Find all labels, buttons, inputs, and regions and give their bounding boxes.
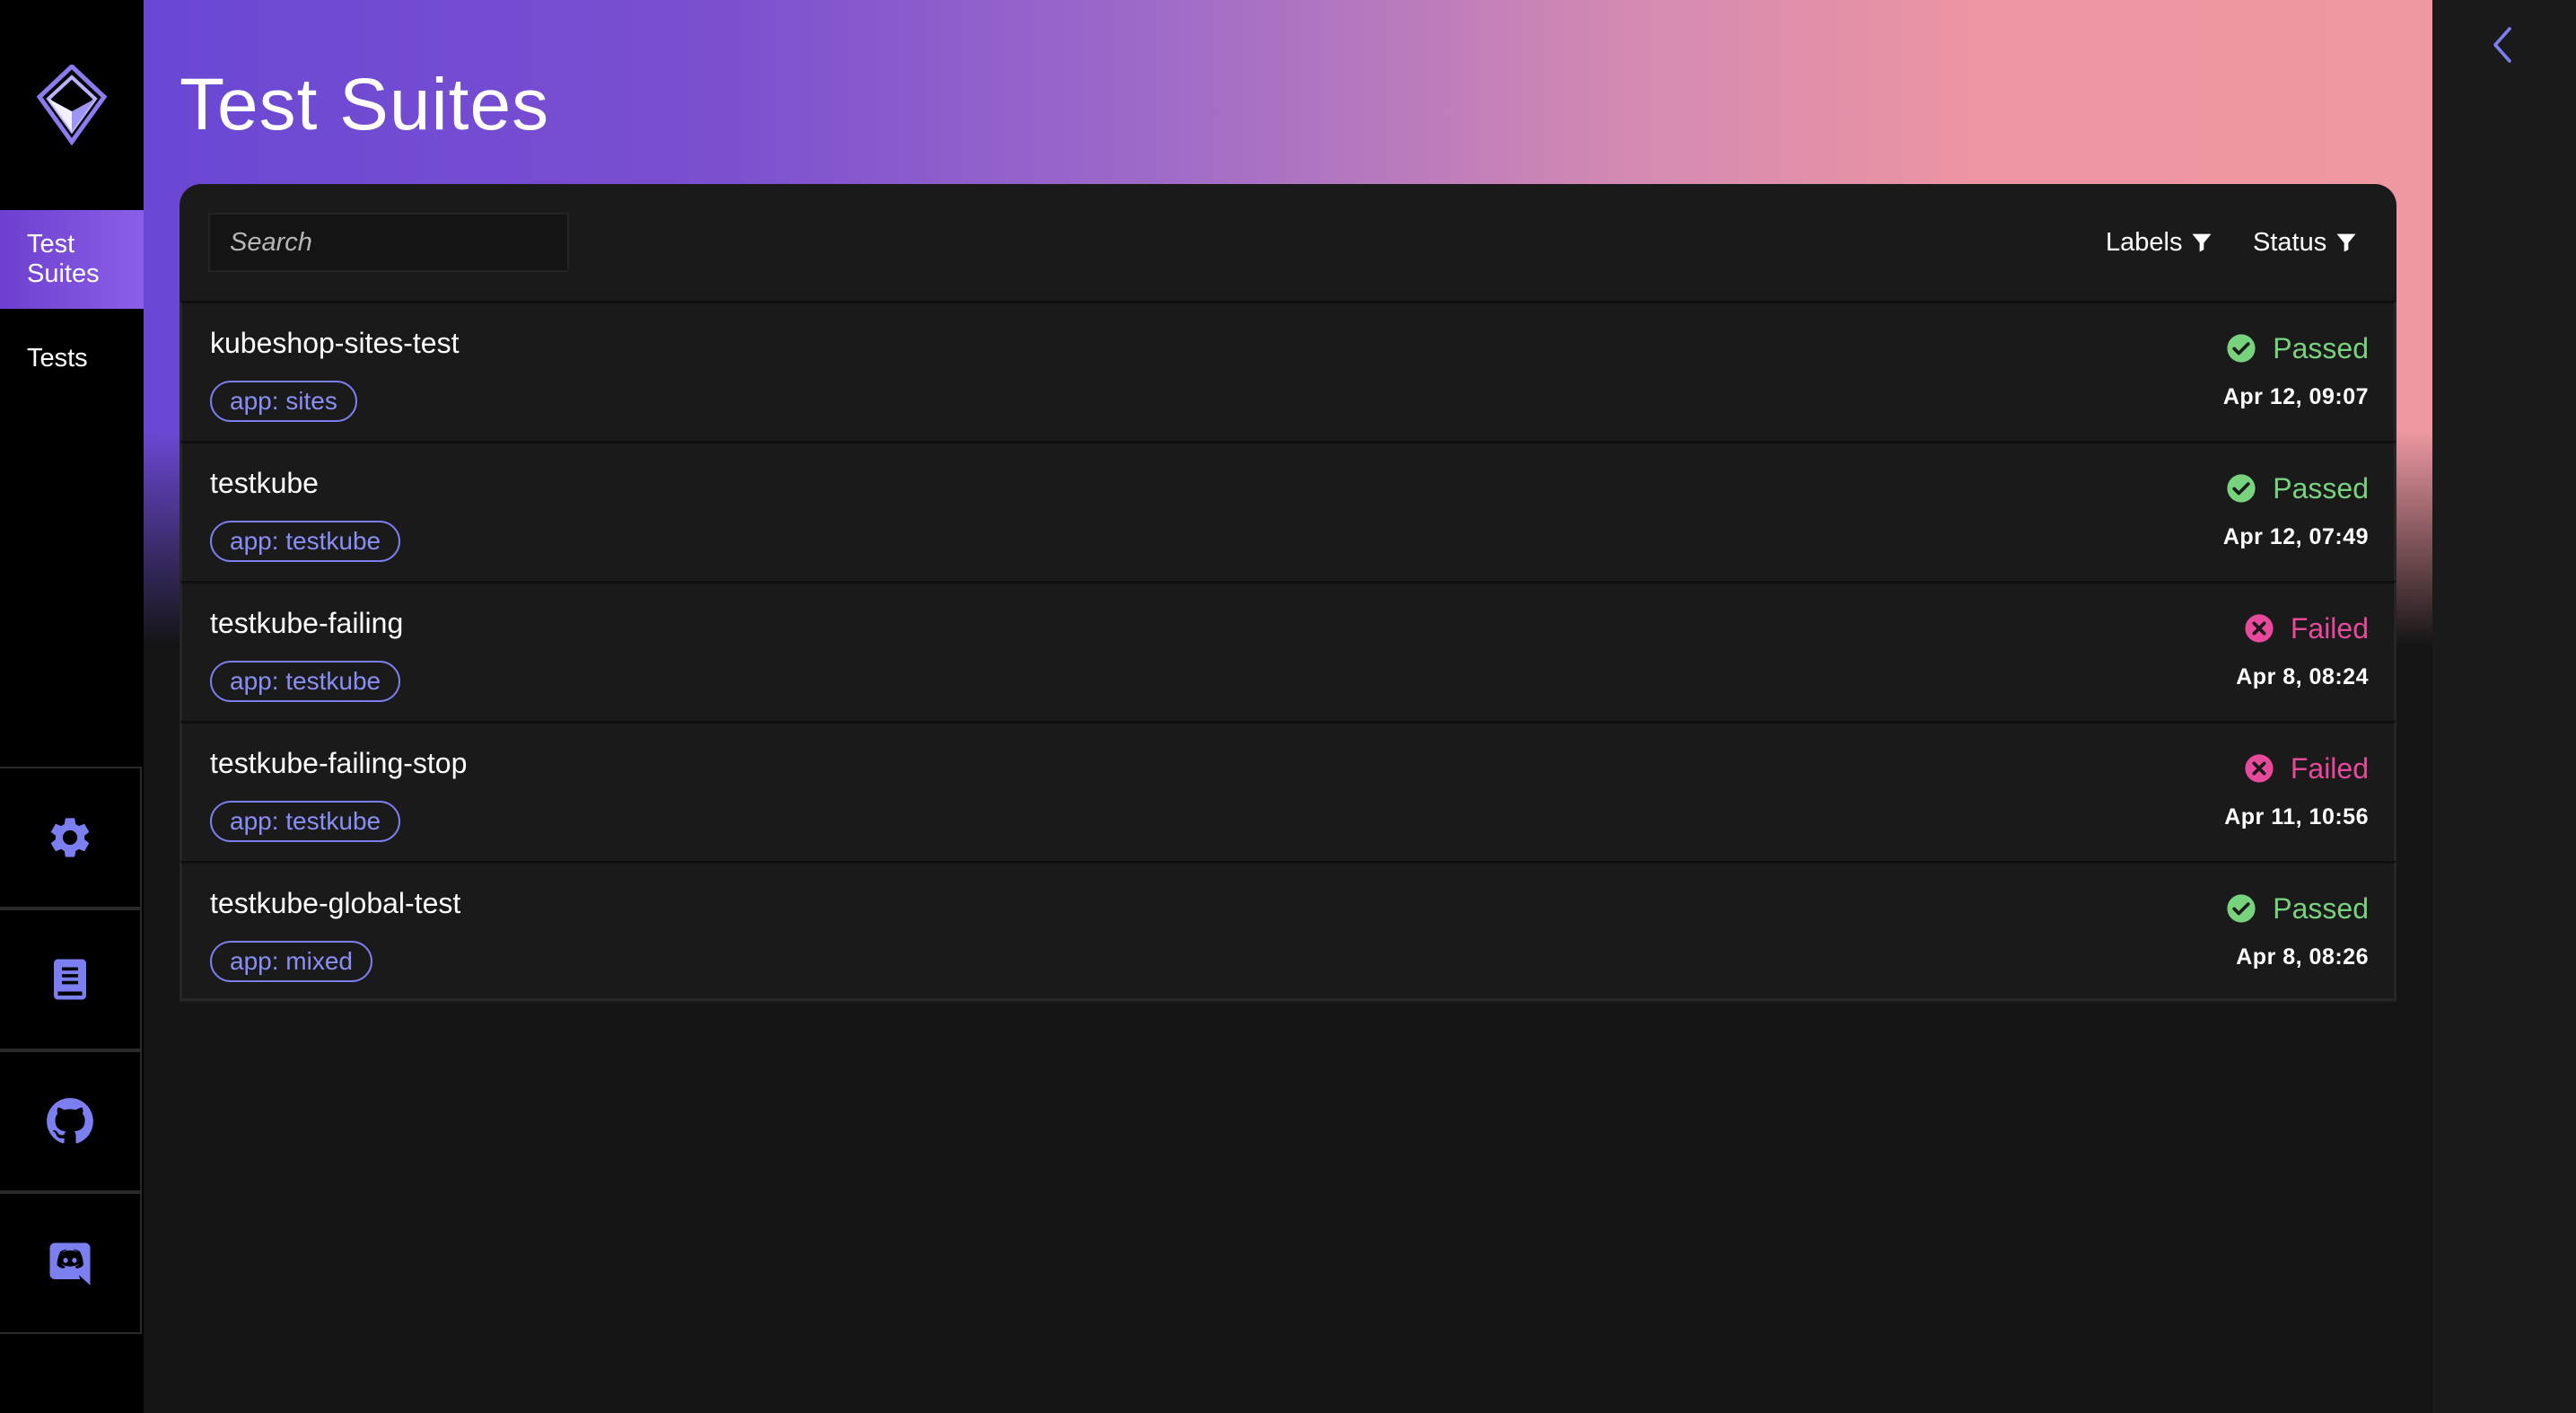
status-indicator: Failed	[2244, 610, 2369, 646]
test-suites-panel: Labels Status kubeshop-sites-test app: s…	[180, 184, 2396, 1003]
status-label: Passed	[2273, 891, 2369, 925]
right-panel	[2432, 0, 2576, 1413]
label-badge: app: sites	[210, 381, 357, 422]
search-input[interactable]	[210, 215, 574, 270]
status-label: Passed	[2273, 331, 2369, 364]
settings-button[interactable]	[0, 767, 142, 908]
label-badge: app: mixed	[210, 941, 372, 982]
toolbar: Labels Status	[180, 184, 2396, 301]
test-suite-row[interactable]: testkube app: testkube Passed Apr 12, 07…	[180, 441, 2396, 581]
sidebar-item-label: Tests	[27, 343, 88, 373]
status-label: Passed	[2273, 471, 2369, 505]
check-circle-icon	[2227, 474, 2256, 503]
test-suite-name: kubeshop-sites-test	[210, 327, 460, 359]
github-icon	[47, 1098, 93, 1144]
execution-date: Apr 12, 09:07	[2222, 384, 2369, 409]
page-title: Test Suites	[180, 64, 550, 145]
execution-date: Apr 8, 08:26	[2236, 944, 2369, 970]
sidebar: Test Suites Tests	[0, 0, 144, 1413]
logo-icon	[36, 65, 108, 145]
test-suite-row[interactable]: kubeshop-sites-test app: sites Passed Ap…	[180, 301, 2396, 441]
status-label: Failed	[2290, 751, 2369, 785]
sidebar-item-test-suites[interactable]: Test Suites	[0, 210, 144, 309]
execution-date: Apr 11, 10:56	[2224, 804, 2369, 829]
test-suite-name: testkube	[210, 467, 319, 499]
status-filter-label: Status	[2253, 227, 2327, 257]
filter-icon	[2336, 233, 2356, 252]
test-suite-name: testkube-global-test	[210, 887, 461, 919]
status-indicator: Passed	[2226, 470, 2369, 506]
test-suite-row[interactable]: testkube-global-test app: mixed Passed A…	[180, 861, 2396, 1001]
filter-icon	[2192, 233, 2212, 252]
label-badge: app: testkube	[210, 801, 401, 842]
discord-button[interactable]	[0, 1192, 142, 1334]
github-button[interactable]	[0, 1050, 142, 1192]
x-circle-icon	[2245, 754, 2274, 783]
status-indicator: Passed	[2226, 891, 2369, 926]
labels-filter[interactable]: Labels	[2106, 222, 2214, 263]
test-suite-name: testkube-failing	[210, 607, 404, 639]
test-suite-row[interactable]: testkube-failing-stop app: testkube Fail…	[180, 721, 2396, 861]
sidebar-item-label-line1: Test	[27, 230, 75, 259]
docs-book-icon	[54, 959, 86, 1000]
test-suites-list: kubeshop-sites-test app: sites Passed Ap…	[180, 301, 2396, 1001]
label-badge: app: testkube	[210, 661, 401, 702]
test-suite-row[interactable]: testkube-failing app: testkube Failed Ap…	[180, 581, 2396, 721]
status-indicator: Passed	[2226, 330, 2369, 366]
main-content: Test Suites Labels Status	[144, 0, 2432, 1413]
execution-date: Apr 12, 07:49	[2222, 524, 2369, 549]
status-label: Failed	[2290, 611, 2369, 645]
check-circle-icon	[2227, 334, 2256, 363]
chevron-left-icon[interactable]	[2483, 23, 2526, 66]
check-circle-icon	[2227, 894, 2256, 923]
sidebar-item-tests[interactable]: Tests	[0, 309, 144, 408]
execution-date: Apr 8, 08:24	[2236, 664, 2369, 689]
test-suite-name: testkube-failing-stop	[210, 747, 468, 779]
sidebar-item-label-line2: Suites	[27, 259, 100, 288]
search-box	[208, 213, 574, 272]
labels-filter-label: Labels	[2106, 227, 2183, 257]
label-badge: app: testkube	[210, 521, 401, 562]
x-circle-icon	[2245, 614, 2274, 643]
settings-icon	[50, 818, 90, 857]
testkube-logo[interactable]	[0, 0, 144, 210]
status-indicator: Failed	[2244, 750, 2369, 786]
documentation-button[interactable]	[0, 908, 142, 1050]
discord-icon	[49, 1242, 91, 1286]
status-filter[interactable]: Status	[2253, 222, 2359, 263]
